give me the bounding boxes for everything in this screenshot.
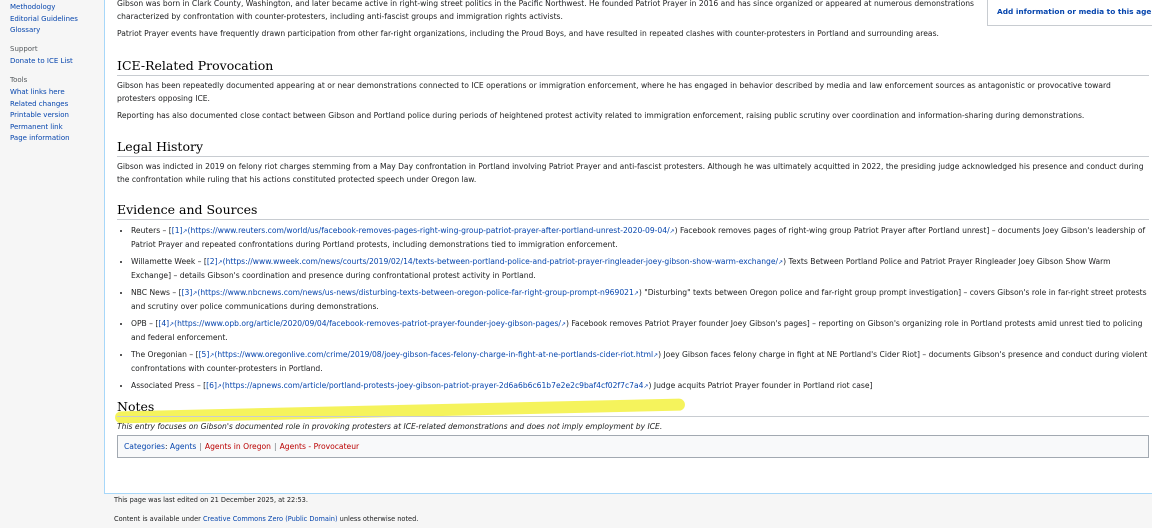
source-url-link[interactable]: (https://www.nbcnews.com/news/us-news/di… xyxy=(197,288,633,297)
source-name: Willamette Week – [ xyxy=(131,257,207,266)
footer-license-prefix: Content is available under xyxy=(114,515,203,523)
section-heading: Legal History xyxy=(117,139,1149,157)
source-item: OPB – [[4]↗(https://www.opb.org/article/… xyxy=(131,317,1149,344)
add-information-link[interactable]: Add information or media to this agent xyxy=(997,7,1152,16)
section-heading: Notes xyxy=(117,399,1149,417)
source-name: NBC News – [ xyxy=(131,288,182,297)
source-description: ) Judge acquits Patriot Prayer founder i… xyxy=(648,381,873,390)
sidebar-nav: Methodology Editorial Guidelines Glossar… xyxy=(0,2,104,37)
section-paragraph: Gibson has been repeatedly documented ap… xyxy=(117,81,1111,103)
sidebar-item-printable-version[interactable]: Printable version xyxy=(10,110,104,122)
sidebar-support: Support Donate to ICE List xyxy=(0,44,104,68)
source-url-link[interactable]: (https://apnews.com/article/portland-pro… xyxy=(222,381,644,390)
source-item: Associated Press – [[6]↗(https://apnews.… xyxy=(131,379,1149,393)
intro-paragraph-2: Patriot Prayer events have frequently dr… xyxy=(117,29,939,38)
source-item: Reuters – [[1]↗(https://www.reuters.com/… xyxy=(131,224,1149,251)
reference-link[interactable]: [6] xyxy=(206,381,217,390)
source-item: The Oregonian – [[5]↗(https://www.oregon… xyxy=(131,348,1149,375)
sidebar: Methodology Editorial Guidelines Glossar… xyxy=(0,0,104,528)
sidebar-item-glossary[interactable]: Glossary xyxy=(10,25,104,37)
notes-text: This entry focuses on Gibson's documente… xyxy=(117,422,663,431)
section-evidence-and-sources: Evidence and Sources Reuters – [[1]↗(htt… xyxy=(117,202,1149,397)
category-links: Categories: Agents | Agents in Oregon | Agen… xyxy=(117,435,1149,458)
source-url-link[interactable]: (https://www.opb.org/article/2020/09/04/… xyxy=(174,319,561,328)
sources-list: Reuters – [[1]↗(https://www.reuters.com/… xyxy=(117,224,1149,393)
source-item: NBC News – [[3]↗(https://www.nbcnews.com… xyxy=(131,286,1149,313)
category-agents-in-oregon[interactable]: Agents in Oregon xyxy=(205,442,271,451)
section-paragraph: Reporting has also documented close cont… xyxy=(117,111,1085,120)
sidebar-item-permanent-link[interactable]: Permanent link xyxy=(10,122,104,134)
section-ice-related-provocation: ICE-Related Provocation Gibson has been … xyxy=(117,58,1149,122)
license-link[interactable]: Creative Commons Zero (Public Domain) xyxy=(203,515,338,523)
category-agents[interactable]: Agents xyxy=(170,442,196,451)
footer-license: Content is available under Creative Comm… xyxy=(114,515,418,523)
source-name: Associated Press – [ xyxy=(131,381,207,390)
source-name: OPB – [ xyxy=(131,319,159,328)
sidebar-heading-tools: Tools xyxy=(10,75,28,84)
reference-link[interactable]: [2] xyxy=(207,257,218,266)
sidebar-item-methodology[interactable]: Methodology xyxy=(10,2,104,14)
section-paragraph: Gibson was indicted in 2019 on felony ri… xyxy=(117,162,1144,184)
section-notes: Notes This entry focuses on Gibson's doc… xyxy=(117,399,1149,433)
section-legal-history: Legal History Gibson was indicted in 201… xyxy=(117,139,1149,186)
source-name: The Oregonian – [ xyxy=(131,350,199,359)
section-heading: Evidence and Sources xyxy=(117,202,1149,220)
intro: Gibson was born in Clark County, Washing… xyxy=(117,0,977,40)
reference-link[interactable]: [1] xyxy=(172,226,183,235)
category-separator: | xyxy=(199,442,202,451)
infobox: Add information or media to this agent xyxy=(987,0,1152,26)
category-agents-provocateur[interactable]: Agents - Provocateur xyxy=(280,442,360,451)
source-url-link[interactable]: (https://www.oregonlive.com/crime/2019/0… xyxy=(214,350,653,359)
sidebar-heading-support: Support xyxy=(10,44,38,53)
reference-link[interactable]: [3] xyxy=(182,288,193,297)
footer-last-edited: This page was last edited on 21 December… xyxy=(114,496,308,504)
source-url-link[interactable]: (https://www.wweek.com/news/courts/2019/… xyxy=(223,257,778,266)
sidebar-item-what-links-here[interactable]: What links here xyxy=(10,87,104,99)
sidebar-tools: Tools What links here Related changes Pr… xyxy=(0,75,104,145)
sidebar-item-related-changes[interactable]: Related changes xyxy=(10,99,104,111)
reference-link[interactable]: [5] xyxy=(199,350,210,359)
category-separator: | xyxy=(274,442,277,451)
source-url-link[interactable]: (https://www.reuters.com/world/us/facebo… xyxy=(188,226,670,235)
source-name: Reuters – [ xyxy=(131,226,172,235)
section-heading: ICE-Related Provocation xyxy=(117,58,1149,76)
sidebar-item-donate[interactable]: Donate to ICE List xyxy=(10,56,104,68)
sidebar-item-editorial-guidelines[interactable]: Editorial Guidelines xyxy=(10,14,104,26)
source-item: Willamette Week – [[2]↗(https://www.wwee… xyxy=(131,255,1149,282)
sidebar-item-page-information[interactable]: Page information xyxy=(10,133,104,145)
footer-license-suffix: unless otherwise noted. xyxy=(337,515,419,523)
article-content: Add information or media to this agent G… xyxy=(104,0,1152,494)
intro-paragraph-1: Gibson was born in Clark County, Washing… xyxy=(117,0,974,21)
categories-label-link[interactable]: Categories xyxy=(124,442,165,451)
reference-link[interactable]: [4] xyxy=(158,319,169,328)
